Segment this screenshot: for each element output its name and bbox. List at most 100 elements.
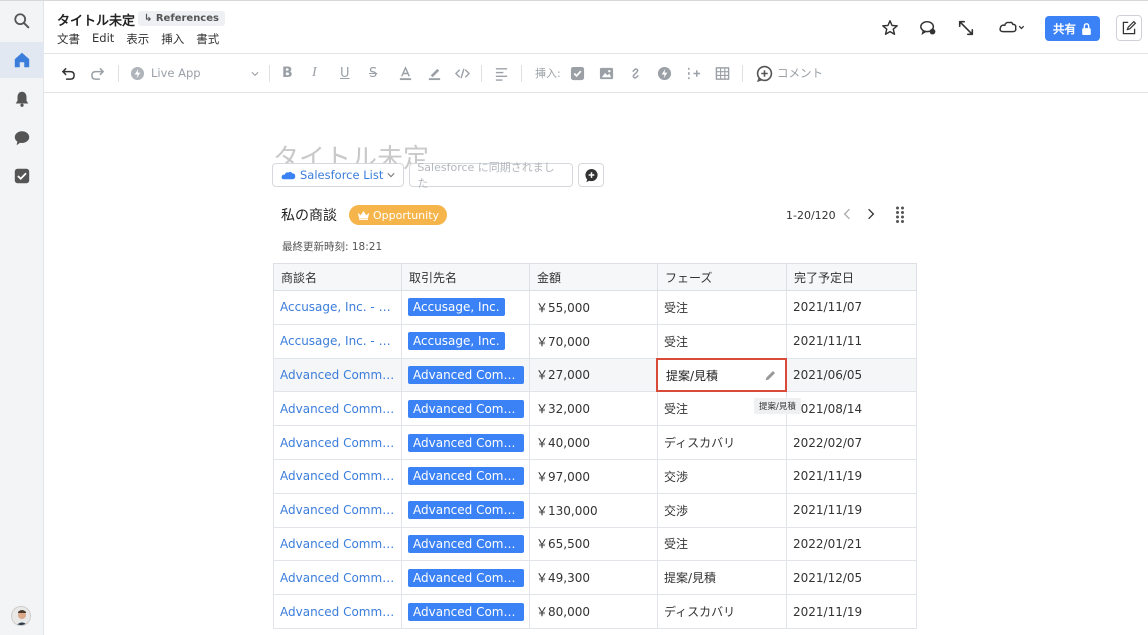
live-app-insert-icon[interactable] [657, 64, 672, 82]
salesforce-list-dropdown[interactable]: Salesforce List [272, 163, 405, 187]
align-icon[interactable] [494, 64, 509, 82]
pencil-icon[interactable] [764, 369, 777, 382]
close-date-cell[interactable]: 2021/11/19 [786, 492, 917, 528]
account-chip[interactable]: Accusage, Inc. [408, 298, 505, 317]
account-chip[interactable]: Advanced Commu... [408, 433, 524, 452]
account-chip[interactable]: Advanced Commu... [408, 501, 524, 520]
menu-item-view[interactable]: 表示 [126, 31, 149, 47]
table-insert-icon[interactable] [715, 64, 730, 82]
phase-cell[interactable]: 交渉 [657, 458, 787, 494]
menu-item-format[interactable]: 書式 [196, 31, 219, 47]
close-date-cell[interactable]: 2022/01/21 [786, 526, 917, 562]
close-date-cell[interactable]: 2021/11/19 [786, 458, 917, 494]
edit-button[interactable] [1116, 15, 1142, 41]
italic-icon[interactable]: I [312, 64, 317, 82]
close-date-cell[interactable]: 2021/11/11 [786, 323, 917, 359]
avatar[interactable] [11, 606, 31, 626]
close-date-cell[interactable]: 2021/12/05 [786, 560, 917, 596]
underline-icon[interactable]: U [340, 64, 350, 82]
table-row[interactable]: Advanced Commun... Advanced Commu... ￥40,0… [273, 425, 917, 460]
star-icon[interactable] [879, 17, 901, 39]
amount-cell[interactable]: ￥130,000 [529, 492, 658, 528]
opportunity-name-link[interactable]: Advanced Commun... [273, 425, 402, 460]
amount-cell[interactable]: ￥97,000 [529, 458, 658, 494]
amount-cell[interactable]: ￥65,500 [529, 526, 658, 562]
opportunity-name-link[interactable]: Advanced Commun... [273, 594, 402, 629]
share-button[interactable]: 共有 [1045, 16, 1100, 41]
bell-icon[interactable] [0, 81, 44, 117]
amount-cell[interactable]: ￥55,000 [529, 290, 658, 325]
menu-item-edit[interactable]: Edit [92, 31, 114, 47]
opportunity-name-link[interactable]: Advanced Commun... [273, 458, 402, 494]
task-checkbox-icon[interactable] [0, 158, 44, 194]
opportunity-name-link[interactable]: Accusage, Inc. - Serv... [273, 323, 402, 359]
amount-cell[interactable]: ￥70,000 [529, 323, 658, 359]
next-page-icon[interactable] [864, 207, 878, 221]
phase-cell[interactable]: 受注 [657, 526, 787, 562]
close-date-cell[interactable]: 2021/06/05 [786, 357, 917, 393]
table-row[interactable]: Accusage, Inc. - Serv... Accusage, Inc. ￥7… [273, 323, 917, 359]
table-row[interactable]: Advanced Commun... Advanced Commu... ￥97,0… [273, 458, 917, 494]
chat-icon[interactable] [0, 120, 44, 156]
table-row[interactable]: Accusage, Inc. - Serv... Accusage, Inc. ￥5… [273, 290, 917, 325]
column-header-name[interactable]: 商談名 [273, 263, 402, 291]
column-header-account[interactable]: 取引先名 [401, 263, 530, 291]
amount-cell[interactable]: ￥27,000 [529, 357, 658, 393]
bold-icon[interactable]: B [282, 64, 293, 82]
menu-item-insert[interactable]: 挿入 [161, 31, 184, 47]
account-chip[interactable]: Advanced Commu... [408, 399, 524, 418]
close-date-cell[interactable]: 2021/11/07 [786, 290, 917, 325]
opportunity-name-link[interactable]: Advanced Commun... [273, 526, 402, 562]
table-row[interactable]: Advanced Commun... Advanced Commu... ￥27,0… [273, 357, 917, 393]
table-row[interactable]: Advanced Commun... Advanced Commu... ￥80,0… [273, 594, 917, 629]
divider-insert-icon[interactable] [686, 64, 701, 82]
checkbox-insert-icon[interactable] [570, 64, 585, 82]
add-record-button[interactable] [578, 163, 605, 187]
search-icon[interactable] [0, 3, 44, 39]
table-row[interactable]: Advanced Commun... Advanced Commu... ￥49,3… [273, 560, 917, 596]
close-date-cell[interactable]: 2022/02/07 [786, 425, 917, 460]
amount-cell[interactable]: ￥40,000 [529, 425, 658, 460]
account-chip[interactable]: Advanced Commu... [408, 467, 524, 486]
doc-title[interactable]: タイトル未定 [57, 10, 135, 29]
opportunity-name-link[interactable]: Advanced Commun... [273, 391, 402, 427]
opportunity-name-link[interactable]: Accusage, Inc. - Serv... [273, 290, 402, 325]
link-icon[interactable] [628, 64, 643, 82]
comment-button[interactable]: コメント [756, 64, 823, 82]
conversation-icon[interactable] [917, 17, 939, 39]
code-icon[interactable] [455, 64, 470, 82]
home-icon[interactable] [0, 42, 44, 78]
phase-cell[interactable]: 受注 [657, 323, 787, 359]
column-header-amount[interactable]: 金額 [529, 263, 658, 291]
opportunity-name-link[interactable]: Advanced Commun... [273, 560, 402, 596]
phase-cell[interactable]: 交渉 [657, 492, 787, 528]
opportunity-name-link[interactable]: Advanced Commun... [273, 357, 402, 393]
close-date-cell[interactable]: 2021/08/14 [786, 391, 917, 427]
phase-cell[interactable]: 受注 [657, 290, 787, 325]
amount-cell[interactable]: ￥49,300 [529, 560, 658, 596]
close-date-cell[interactable]: 2021/11/19 [786, 594, 917, 629]
prev-page-icon[interactable] [840, 207, 854, 221]
undo-icon[interactable] [61, 64, 76, 82]
drag-handle-icon[interactable] [895, 206, 905, 224]
references-chip[interactable]: ↳ References [138, 11, 225, 26]
menu-item-document[interactable]: 文書 [57, 31, 80, 47]
account-chip[interactable]: Advanced Commu... [408, 534, 524, 553]
column-header-close-date[interactable]: 完了予定日 [786, 263, 917, 291]
opportunity-name-link[interactable]: Advanced Commun... [273, 492, 402, 528]
live-app-select[interactable]: Live App [130, 64, 260, 82]
strikethrough-icon[interactable]: S [369, 64, 377, 82]
account-chip[interactable]: Advanced Commu... [408, 602, 524, 621]
table-row[interactable]: Advanced Commun... Advanced Commu... ￥32,0… [273, 391, 917, 427]
cloud-dropdown-icon[interactable] [994, 17, 1030, 39]
highlight-icon[interactable] [427, 64, 442, 82]
phase-cell-editing[interactable]: 提案/見積 [656, 358, 787, 392]
image-insert-icon[interactable] [599, 64, 614, 82]
amount-cell[interactable]: ￥80,000 [529, 594, 658, 629]
account-chip[interactable]: Accusage, Inc. [408, 332, 505, 351]
table-row[interactable]: Advanced Commun... Advanced Commu... ￥65,5… [273, 526, 917, 562]
amount-cell[interactable]: ￥32,000 [529, 391, 658, 427]
column-header-phase[interactable]: フェーズ [657, 263, 787, 291]
phase-cell[interactable]: ディスカバリ [657, 425, 787, 460]
redo-icon[interactable] [90, 64, 105, 82]
